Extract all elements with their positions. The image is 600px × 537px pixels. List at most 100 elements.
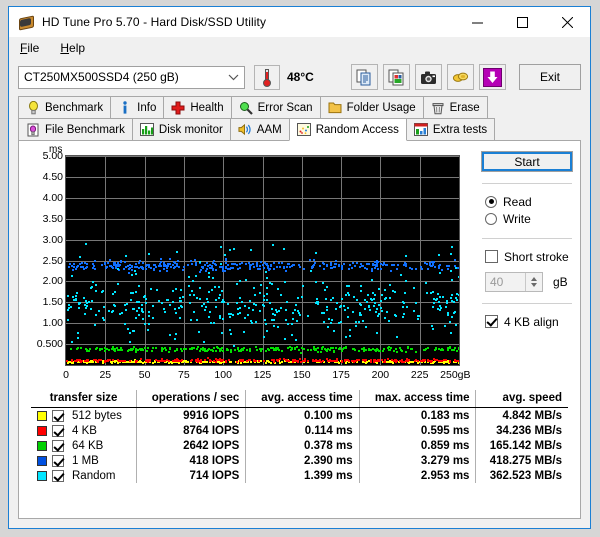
data-point — [70, 348, 73, 351]
stepper-arrows[interactable] — [525, 273, 542, 291]
data-point — [208, 275, 211, 278]
data-point — [214, 305, 217, 308]
maximize-icon[interactable] — [500, 7, 545, 37]
data-point — [126, 350, 129, 353]
data-point — [265, 277, 268, 280]
data-point — [198, 287, 201, 290]
data-point — [157, 299, 160, 302]
data-point — [362, 320, 364, 323]
data-point — [222, 317, 225, 320]
download-arrow-icon[interactable] — [479, 64, 506, 90]
data-point — [195, 348, 198, 351]
menu-file[interactable]: File — [20, 41, 39, 55]
data-point — [238, 312, 241, 315]
short-stroke-checkbox[interactable]: Short stroke — [474, 248, 580, 265]
series-checkbox[interactable] — [52, 409, 64, 422]
tab-row-1: Benchmark Info Health Error Scan Folder … — [18, 96, 581, 118]
screenshot-camera-icon[interactable] — [415, 64, 442, 90]
data-point — [225, 348, 228, 351]
data-point — [355, 261, 358, 264]
close-icon[interactable] — [545, 7, 590, 37]
data-point — [84, 266, 87, 269]
tab-extra-tests[interactable]: Extra tests — [405, 118, 496, 140]
data-point — [189, 319, 192, 322]
tab-file-benchmark[interactable]: File Benchmark — [18, 118, 133, 140]
tab-error-scan[interactable]: Error Scan — [230, 96, 321, 118]
data-point — [392, 290, 395, 293]
series-toggle-cell[interactable]: 1 MB — [31, 453, 138, 468]
copy-text-icon[interactable] — [351, 64, 378, 90]
tab-health[interactable]: Health — [163, 96, 232, 118]
stepper-up-icon[interactable] — [531, 277, 537, 281]
data-point — [442, 295, 445, 298]
y-axis-tick-label: 0.500 — [36, 338, 63, 351]
minimize-icon[interactable] — [455, 7, 500, 37]
data-point — [82, 268, 85, 271]
tab-aam[interactable]: AAM — [229, 118, 290, 140]
series-label: Random — [72, 469, 116, 482]
data-point — [244, 262, 247, 265]
thermometer-icon — [263, 68, 271, 87]
short-stroke-unit: gB — [553, 275, 568, 289]
drive-select[interactable]: CT250MX500SSD4 (250 gB) — [18, 65, 245, 89]
data-point — [195, 263, 198, 266]
data-point — [374, 360, 377, 362]
tab-random-access[interactable]: Random Access — [288, 118, 407, 141]
data-point — [155, 288, 158, 291]
start-button[interactable]: Start — [481, 151, 573, 172]
series-toggle-cell[interactable]: 64 KB — [31, 438, 138, 453]
data-point — [330, 262, 333, 264]
data-point — [442, 349, 445, 352]
table-row: 4 KB 8764 IOPS 0.114 ms 0.595 ms 34.236 MB/s — [31, 423, 568, 438]
data-point — [396, 335, 398, 338]
series-checkbox[interactable] — [52, 469, 64, 482]
data-point — [255, 321, 258, 324]
stepper-down-icon[interactable] — [531, 283, 537, 287]
tab-folder-usage[interactable]: Folder Usage — [319, 96, 424, 118]
data-point — [335, 259, 338, 262]
data-point — [190, 358, 193, 361]
tab-erase[interactable]: Erase — [422, 96, 488, 118]
data-point — [300, 296, 303, 299]
radio-write[interactable]: Write — [474, 210, 580, 227]
x-axis-tick-label: 200 — [371, 369, 390, 381]
series-checkbox[interactable] — [52, 424, 64, 437]
x-axis-tick-label: 0 — [63, 369, 69, 381]
copy-image-icon[interactable] — [383, 64, 410, 90]
series-toggle-cell[interactable]: Random — [31, 468, 138, 483]
align-checkbox[interactable]: 4 KB align — [474, 313, 580, 330]
tab-disk-monitor[interactable]: Disk monitor — [131, 118, 231, 140]
coins-icon[interactable] — [447, 64, 474, 90]
data-point — [298, 314, 301, 317]
tab-benchmark[interactable]: Benchmark — [18, 96, 112, 118]
data-point — [377, 359, 380, 361]
data-point — [172, 360, 175, 362]
radio-read[interactable]: Read — [474, 193, 580, 210]
tab-info[interactable]: Info — [110, 96, 165, 118]
cell-max-access: 0.595 ms — [359, 423, 477, 438]
data-point — [145, 263, 148, 266]
data-point — [271, 282, 274, 285]
data-point — [403, 292, 406, 295]
data-point — [410, 347, 413, 350]
data-point — [390, 347, 393, 350]
tab-strip: Benchmark Info Health Error Scan Folder … — [9, 96, 590, 141]
menu-help[interactable]: Help — [60, 41, 85, 55]
data-point — [279, 307, 282, 309]
data-point — [431, 306, 434, 309]
short-stroke-stepper[interactable]: 40 — [485, 272, 543, 292]
series-toggle-cell[interactable]: 512 bytes — [31, 407, 138, 423]
data-point — [347, 285, 350, 288]
series-checkbox[interactable] — [52, 454, 64, 467]
data-point — [220, 290, 223, 293]
series-checkbox[interactable] — [52, 439, 64, 452]
data-point — [271, 319, 274, 321]
series-toggle-cell[interactable]: 4 KB — [31, 423, 138, 438]
data-point — [101, 347, 104, 350]
exit-button[interactable]: Exit — [519, 64, 581, 90]
data-point — [366, 300, 369, 303]
data-point — [458, 275, 459, 278]
tab-label: Folder Usage — [346, 101, 416, 114]
data-point — [425, 347, 428, 350]
data-point — [200, 305, 203, 308]
